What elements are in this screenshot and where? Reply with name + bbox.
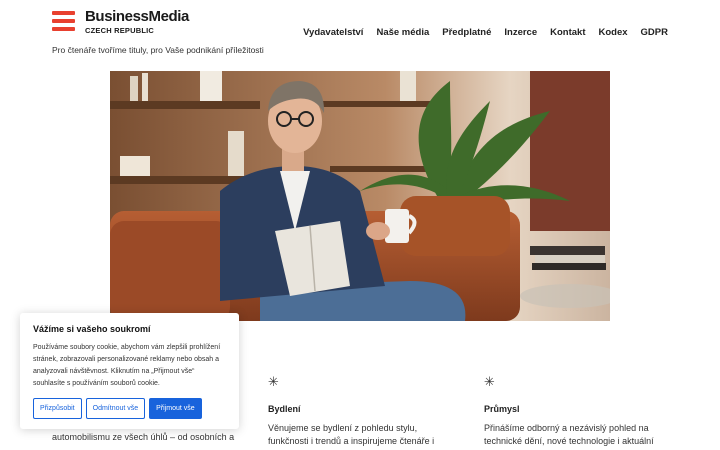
asterisk-star-icon: ✳	[484, 374, 495, 389]
section-title: Průmysl	[484, 404, 520, 414]
section-text: Věnujeme se bydlení z pohledu stylu, fun…	[268, 423, 435, 446]
hero-image	[110, 71, 610, 321]
logo-name: BusinessMedia	[85, 8, 190, 25]
logo-mark-icon	[52, 9, 75, 35]
accept-all-button[interactable]: Přijmout vše	[149, 398, 202, 419]
customize-button[interactable]: Přizpůsobit	[33, 398, 82, 419]
cookie-consent-banner: Vážíme si vašeho soukromí Používáme soub…	[20, 313, 239, 429]
asterisk-star-icon: ✳	[268, 374, 279, 389]
section-title: Bydlení	[268, 404, 301, 414]
logo-subtitle: CZECH REPUBLIC	[85, 26, 155, 35]
reject-all-button[interactable]: Odmítnout vše	[85, 398, 146, 419]
nav-item-inzerce[interactable]: Inzerce	[504, 27, 537, 38]
cookie-buttons: Přizpůsobit Odmítnout vše Přijmout vše	[33, 398, 226, 419]
nav-item-predplatne[interactable]: Předplatné	[442, 27, 491, 38]
section-text: Přinášíme odborný a nezávislý pohled na …	[484, 423, 654, 446]
main-nav: Vydavatelství Naše média Předplatné Inze…	[303, 27, 668, 38]
section-prumysl: ✳ Průmysl Přinášíme odborný a nezávislý …	[484, 375, 674, 448]
cookie-body: Používáme soubory cookie, abychom vám zl…	[33, 344, 221, 387]
nav-item-nase-media[interactable]: Naše média	[376, 27, 429, 38]
nav-item-gdpr[interactable]: GDPR	[641, 27, 668, 38]
site-logo[interactable]: BusinessMedia CZECH REPUBLIC	[52, 8, 189, 35]
section-text-partial: automobilismu ze všech úhlů – od osobníc…	[52, 432, 235, 442]
nav-item-kontakt[interactable]: Kontakt	[550, 27, 585, 38]
section-bydleni: ✳ Bydlení Věnujeme se bydlení z pohledu …	[268, 375, 458, 448]
cookie-title: Vážíme si vašeho soukromí	[33, 324, 151, 334]
nav-item-kodex[interactable]: Kodex	[599, 27, 628, 38]
nav-item-vydavatelstvi[interactable]: Vydavatelství	[303, 27, 363, 38]
site-tagline: Pro čtenáře tvoříme tituly, pro Vaše pod…	[52, 45, 264, 55]
